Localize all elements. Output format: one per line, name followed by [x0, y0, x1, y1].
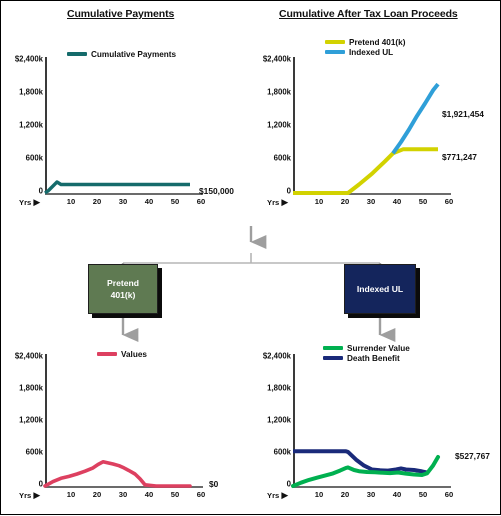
legend-label: Indexed UL — [349, 47, 394, 57]
x-tick: 30 — [366, 197, 376, 206]
legend-item: Indexed UL — [325, 47, 405, 57]
y-tick: 1,800k — [267, 87, 291, 97]
x-tick: 50 — [418, 197, 428, 206]
end-value-label-pretend-401k: $771,247 — [442, 152, 477, 162]
x-tick: 10 — [314, 490, 324, 499]
y-tick: 1,800k — [267, 383, 291, 393]
legend-swatch-indexed-ul — [325, 50, 345, 54]
legend-swatch-cumulative-payments — [67, 52, 87, 56]
x-tick: 30 — [118, 197, 128, 206]
y-tick: 1,800k — [19, 383, 43, 393]
x-tick: 50 — [170, 490, 180, 499]
x-tick: 60 — [196, 490, 206, 499]
flow-box-label: Pretend 401(k) — [107, 277, 139, 302]
x-tick: 20 — [340, 197, 350, 206]
legend-label: Pretend 401(k) — [349, 37, 406, 47]
legend-item: Surrender Value — [323, 343, 410, 353]
x-tick: 40 — [144, 490, 154, 499]
legend-item: Pretend 401(k) — [325, 37, 405, 47]
x-tick: 10 — [314, 197, 324, 206]
flow-diagram: Pretend 401(k) Indexed UL — [1, 223, 501, 342]
y-tick: 0 — [38, 479, 43, 489]
series-line-pretend-401k — [293, 147, 438, 195]
y-tick: 1,200k — [19, 415, 43, 425]
arrow-right-icon: ▶ — [33, 490, 41, 500]
series-line-indexed-ul — [391, 82, 440, 155]
flow-box-line-1: Pretend — [107, 277, 139, 288]
plot-area-cumulative-payments — [44, 180, 190, 195]
y-tick: $2,400k — [14, 351, 43, 361]
y-tick: $2,400k — [262, 351, 291, 361]
x-tick: 10 — [66, 490, 76, 499]
x-tick: 40 — [392, 197, 402, 206]
x-tick: 60 — [196, 197, 206, 206]
y-tick: 600k — [273, 153, 291, 163]
y-tick: 600k — [273, 447, 291, 457]
y-tick: $2,400k — [14, 54, 43, 64]
y-tick: 1,200k — [267, 120, 291, 130]
y-tick: 1,200k — [19, 120, 43, 130]
legend-swatch-pretend-401k — [325, 40, 345, 44]
x-axis-title-text: Yrs — [19, 198, 32, 207]
y-tick: 1,200k — [267, 415, 291, 425]
x-tick: 50 — [170, 197, 180, 206]
chart-title-cumulative-after-tax-loan-proceeds: Cumulative After Tax Loan Proceeds — [279, 8, 458, 20]
y-tick: 600k — [25, 447, 43, 457]
x-axis-title: Yrs ▶ — [267, 197, 288, 208]
x-tick: 20 — [340, 490, 350, 499]
x-axis-line — [293, 486, 451, 488]
plot-area-cumulative-after-tax-loan-proceeds — [293, 82, 440, 195]
x-tick: 20 — [92, 490, 102, 499]
y-axis-labels: $2,400k 1,800k 1,200k 600k 0 — [251, 1, 291, 223]
legend-swatch-surrender-value — [323, 346, 343, 350]
arrow-right-icon: ▶ — [281, 197, 289, 207]
end-value-label: $527,767 — [455, 451, 490, 461]
chart-panel-pretend-401k-values: Values $2,400k 1,800k 1,200k 600k 0 Yrs … — [1, 341, 251, 516]
flow-connectors — [121, 226, 396, 342]
legend-cumulative-after-tax-loan-proceeds: Pretend 401(k) Indexed UL — [325, 37, 405, 57]
x-axis-line — [45, 193, 203, 195]
chart-panel-cumulative-payments: Cumulative Payments Cumulative Payments … — [1, 1, 251, 223]
end-value-label: $150,000 — [199, 186, 234, 196]
end-value-label-indexed-ul: $1,921,454 — [442, 109, 484, 119]
series-line-cumulative-payments — [44, 180, 190, 195]
flow-box-line-2: 401(k) — [110, 290, 136, 300]
y-tick: 0 — [286, 186, 291, 196]
x-axis-title-text: Yrs — [267, 198, 280, 207]
flow-box-indexed-ul[interactable]: Indexed UL — [344, 264, 416, 314]
x-tick: 60 — [444, 197, 454, 206]
x-axis-title: Yrs ▶ — [19, 490, 40, 501]
arrow-right-icon: ▶ — [33, 197, 41, 207]
x-axis-title-text: Yrs — [267, 491, 280, 500]
x-tick: 20 — [92, 197, 102, 206]
x-tick: 10 — [66, 197, 76, 206]
y-tick: 0 — [38, 186, 43, 196]
plot-area-pretend-401k-values — [43, 460, 192, 488]
plot-area-indexed-ul-values — [291, 449, 440, 488]
chart-title-cumulative-payments: Cumulative Payments — [67, 8, 175, 20]
y-tick: 1,800k — [19, 87, 43, 97]
x-axis-title: Yrs ▶ — [19, 197, 40, 208]
arrow-right-icon: ▶ — [281, 490, 289, 500]
flow-box-pretend-401k[interactable]: Pretend 401(k) — [88, 264, 158, 314]
x-axis-title: Yrs ▶ — [267, 490, 288, 501]
x-tick: 50 — [418, 490, 428, 499]
y-axis-labels: $2,400k 1,800k 1,200k 600k 0 — [1, 1, 43, 223]
x-axis-title-text: Yrs — [19, 491, 32, 500]
end-value-label: $0 — [209, 479, 219, 489]
x-tick: 40 — [144, 197, 154, 206]
series-line-values — [43, 460, 192, 488]
x-tick: 30 — [118, 490, 128, 499]
chart-panel-cumulative-after-tax-loan-proceeds: Cumulative After Tax Loan Proceeds Prete… — [251, 1, 501, 223]
legend-label: Surrender Value — [347, 343, 410, 353]
y-tick: 0 — [286, 479, 291, 489]
chart-panel-indexed-ul-values: Surrender Value Death Benefit $2,400k 1,… — [251, 341, 501, 516]
x-tick: 60 — [444, 490, 454, 499]
y-tick: $2,400k — [262, 54, 291, 64]
flow-box-label: Indexed UL — [356, 283, 404, 294]
x-tick: 30 — [366, 490, 376, 499]
x-tick: 40 — [392, 490, 402, 499]
y-tick: 600k — [25, 153, 43, 163]
